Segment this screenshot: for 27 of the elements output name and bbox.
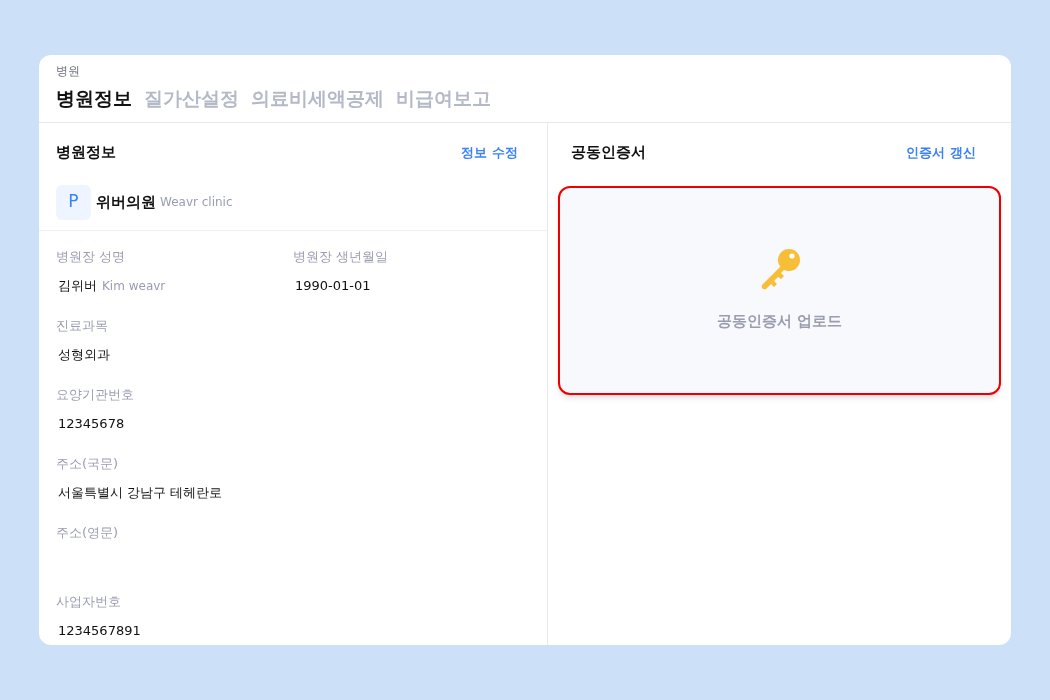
tab[interactable]: 의료비세액공제 (251, 84, 384, 112)
field-value: 김위버 (58, 277, 97, 295)
renew-certificate-link[interactable]: 인증서 갱신 (906, 142, 976, 162)
field-value: 1234567891 (58, 622, 141, 640)
certificate-upload-area[interactable]: 공동인증서 업로드 (558, 185, 1001, 395)
hospital-logo: P (56, 184, 91, 220)
hospital-name-en: Weavr clinic (160, 194, 233, 211)
field-value: 12345678 (58, 415, 125, 433)
breadcrumb: 병원 (56, 63, 81, 80)
field-label: 주소(국문) (56, 454, 120, 473)
field-label: 병원장 생년월일 (293, 247, 390, 266)
field-label: 주소(영문) (56, 523, 120, 542)
field-value-en: Kim weavr (102, 278, 166, 295)
edit-info-link[interactable]: 정보 수정 (461, 142, 518, 162)
tab[interactable]: 병원정보 (56, 84, 132, 112)
field-label: 사업자번호 (56, 592, 122, 611)
field-label: 요양기관번호 (56, 385, 135, 404)
section-title: 병원정보 (56, 142, 116, 163)
section-title: 공동인증서 (571, 142, 646, 163)
hospital-name: 위버의원 (96, 191, 156, 213)
field-label: 진료과목 (56, 316, 109, 335)
field-value: 서울특별시 강남구 테헤란로 (58, 484, 223, 502)
field-value: 1990-01-01 (295, 277, 371, 295)
tab[interactable]: 비급여보고 (396, 84, 491, 112)
tab[interactable]: 질가산설정 (144, 84, 239, 112)
field-label: 병원장 성명 (56, 247, 127, 266)
field-value: 성형외과 (58, 346, 110, 364)
